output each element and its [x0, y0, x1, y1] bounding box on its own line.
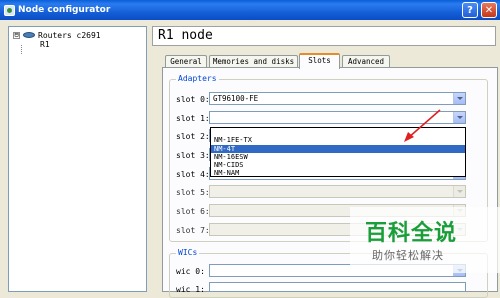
- dropdown-option[interactable]: NM-16ESW: [211, 153, 465, 161]
- slot-0-label: slot 0:: [176, 95, 210, 104]
- chevron-down-icon[interactable]: [453, 93, 465, 104]
- slot-7-label: slot 7:: [176, 226, 210, 235]
- watermark-title: 百科全说: [365, 221, 458, 246]
- slot-2-label: slot 2:: [176, 132, 210, 141]
- wic-1-select[interactable]: [209, 282, 466, 292]
- slot-1-label: slot 1:: [176, 114, 210, 123]
- tree-connector: [21, 45, 22, 54]
- page-title: R1 node: [152, 26, 496, 46]
- chevron-down-icon: [453, 186, 465, 197]
- dropdown-option-selected[interactable]: NM-4T: [211, 144, 465, 153]
- wic-0-label: wic 0:: [176, 267, 205, 276]
- annotation-arrow-icon: [404, 109, 441, 142]
- window-title: Node configurator: [18, 5, 111, 15]
- tree-item-label: R1: [40, 39, 50, 49]
- app-icon: [4, 4, 15, 16]
- chevron-down-icon[interactable]: [453, 112, 465, 123]
- watermark-subtitle: 助你轻松解决: [372, 249, 444, 262]
- dropdown-option[interactable]: NM-NAM: [211, 169, 465, 177]
- tree-item-r1[interactable]: R1: [40, 39, 50, 49]
- adapters-legend: Adapters: [176, 74, 219, 83]
- router-icon: [23, 32, 35, 38]
- dropdown-option[interactable]: NM-CIDS: [211, 161, 465, 169]
- slot-5-select: [209, 185, 466, 198]
- tree-item-routers[interactable]: ⊟ Routers c2691: [13, 30, 101, 40]
- slot-0-value: GT96100-FE: [213, 94, 259, 103]
- slot-0-select[interactable]: GT96100-FE: [209, 92, 466, 105]
- slot-3-label: slot 3:: [176, 151, 210, 160]
- wic-1-label: wic 1:: [176, 285, 205, 294]
- title-bar[interactable]: Node configurator ? ✕: [0, 0, 500, 20]
- tab-slots[interactable]: Slots: [299, 53, 340, 69]
- wics-legend: WICs: [176, 248, 200, 257]
- watermark: 百科全说 助你轻松解决: [350, 207, 500, 273]
- node-tree[interactable]: ⊟ Routers c2691 R1: [8, 26, 147, 292]
- slot-5-label: slot 5:: [176, 188, 210, 197]
- help-button[interactable]: ?: [462, 2, 478, 18]
- slot-6-label: slot 6:: [176, 207, 210, 216]
- slot-4-label: slot 4:: [176, 170, 210, 179]
- collapse-toggle-icon[interactable]: ⊟: [13, 31, 20, 39]
- close-button[interactable]: ✕: [481, 2, 497, 18]
